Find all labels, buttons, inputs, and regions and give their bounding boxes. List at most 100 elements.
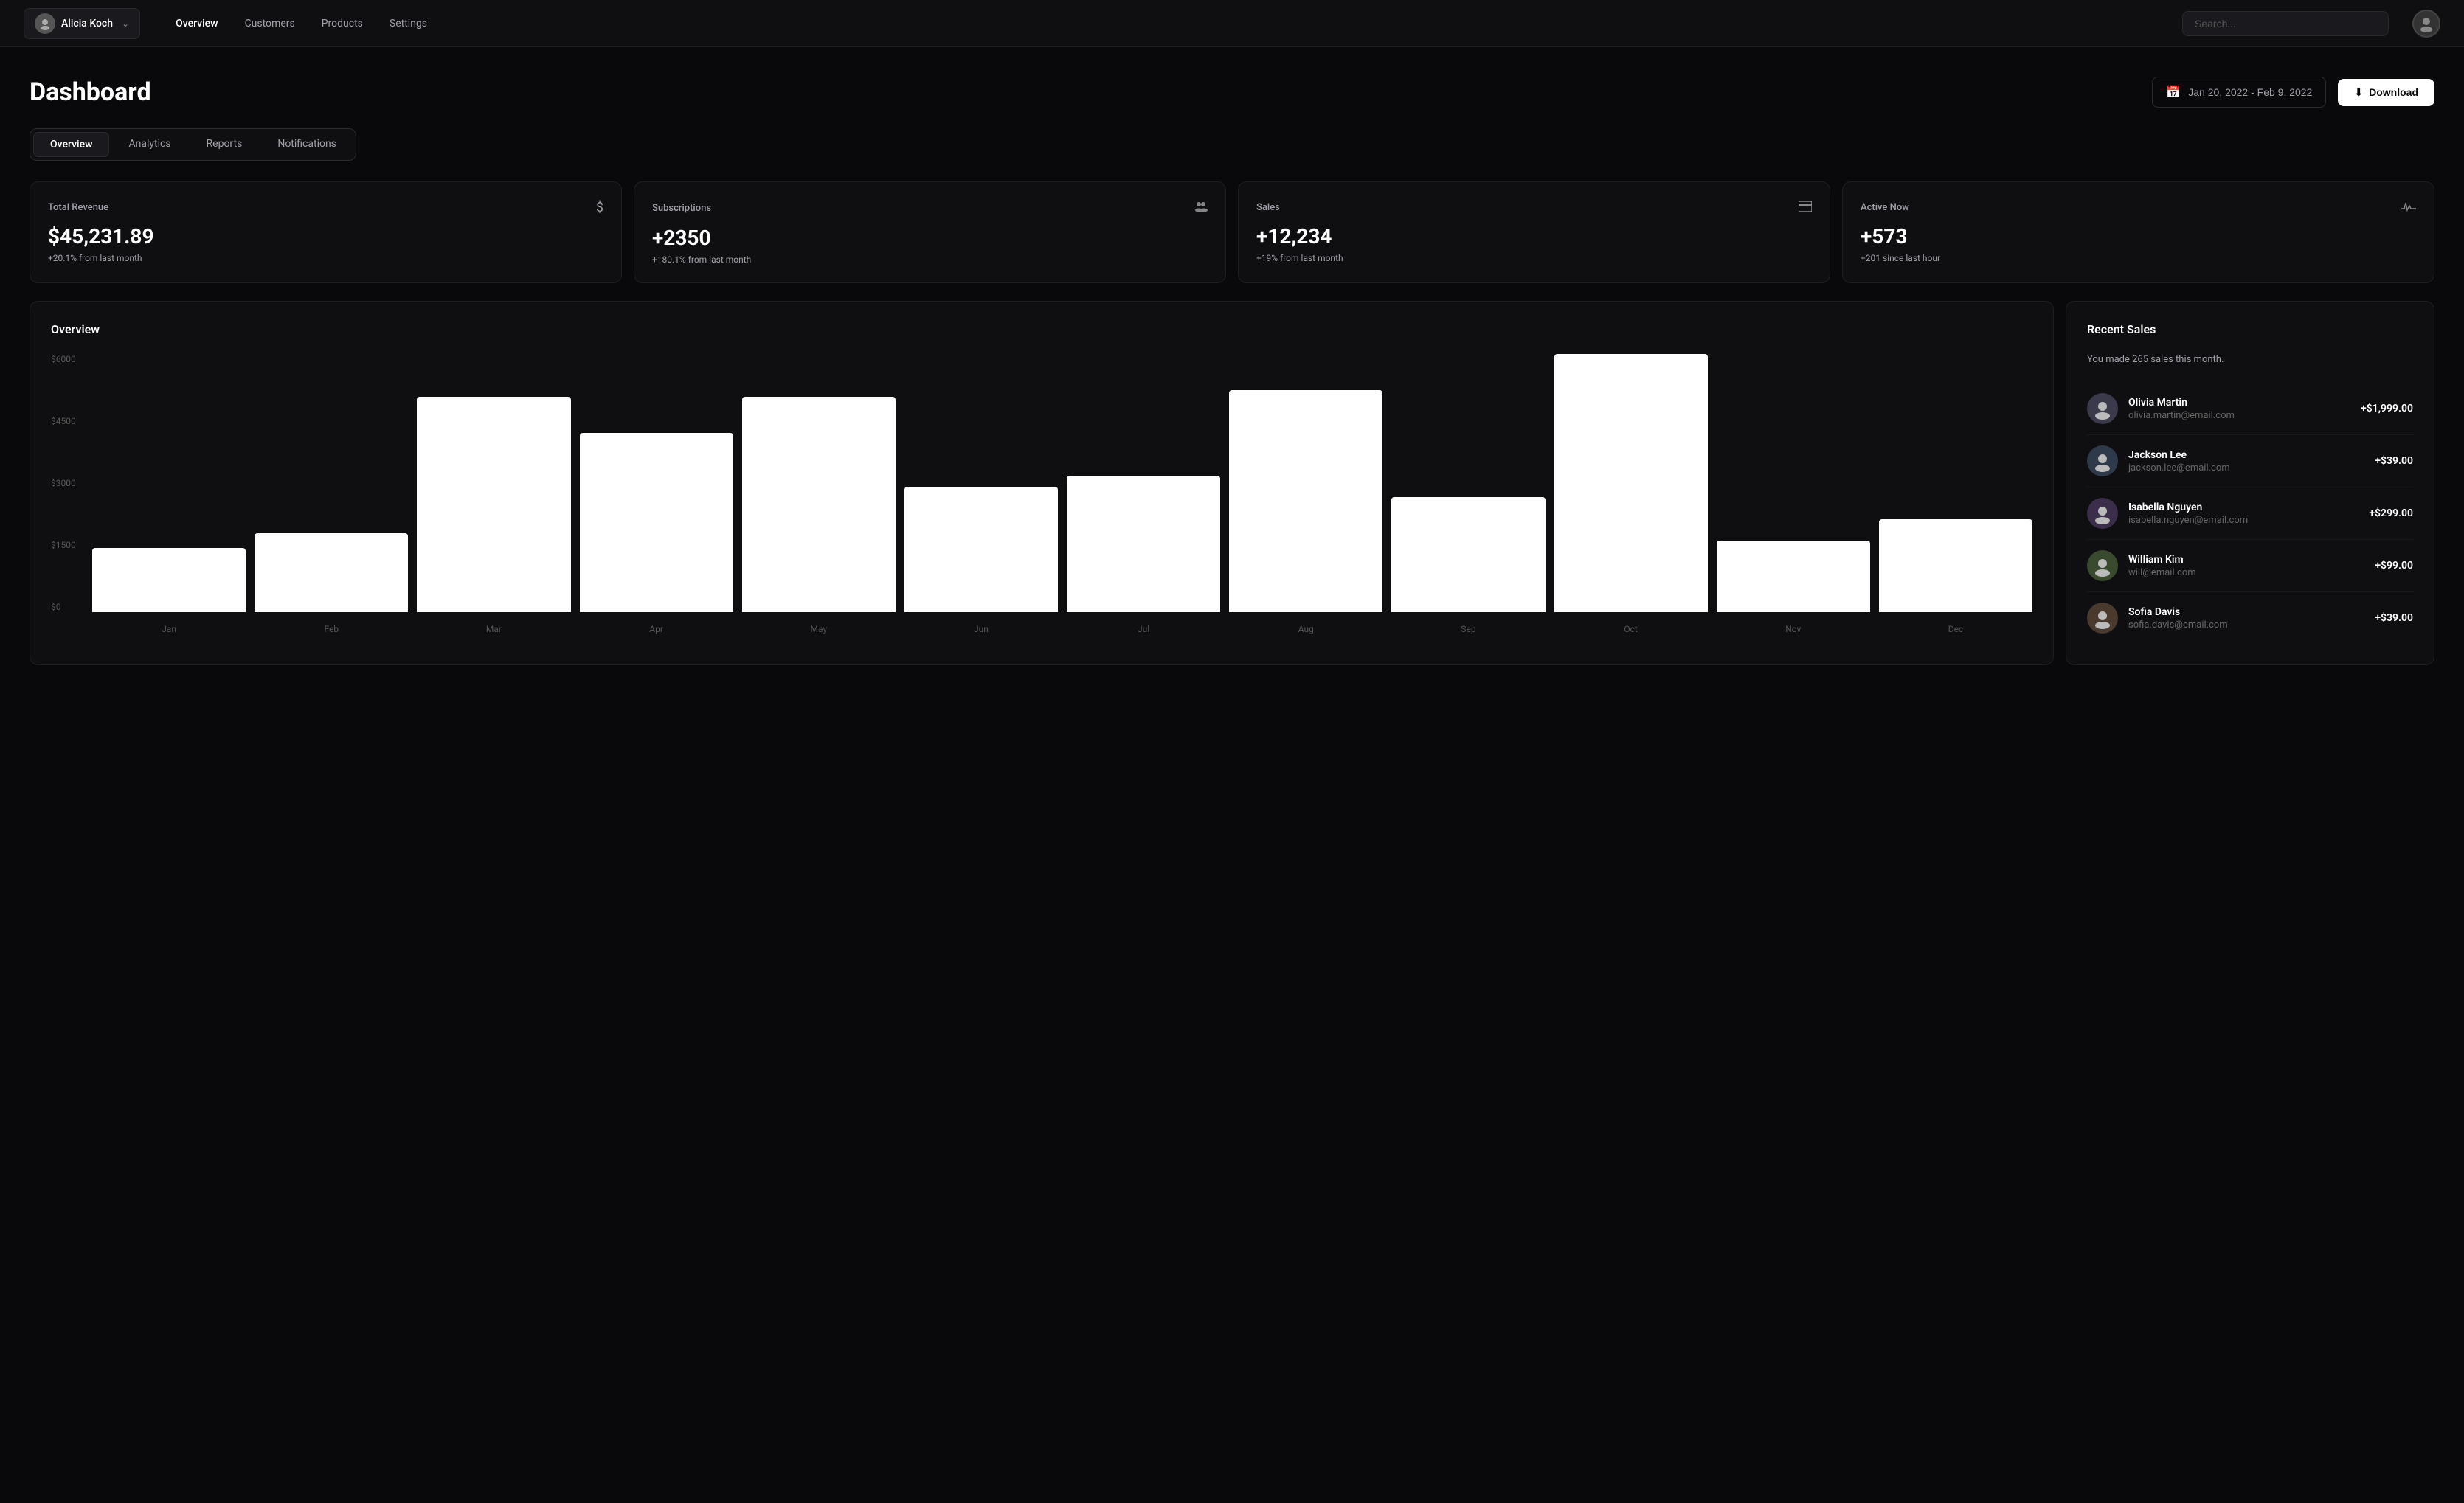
users-icon — [1194, 200, 1208, 217]
recent-sales-title: Recent Sales — [2087, 322, 2413, 336]
page-title: Dashboard — [30, 77, 151, 107]
chart-bar — [904, 487, 1058, 612]
chart-bar — [1554, 354, 1708, 612]
chevron-down-icon: ⌄ — [122, 18, 129, 29]
download-label: Download — [2369, 86, 2418, 98]
y-label-3000: $3000 — [51, 478, 88, 488]
chart-bar-col — [1391, 354, 1545, 612]
brand-selector[interactable]: Alicia Koch ⌄ — [24, 8, 140, 39]
y-label-1500: $1500 — [51, 540, 88, 550]
sale-info: Olivia Martinolivia.martin@email.com — [2128, 397, 2350, 421]
sale-info: Isabella Nguyen isabella.nguyen@email.com — [2128, 501, 2359, 526]
nav-overview[interactable]: Overview — [164, 12, 229, 35]
tab-analytics[interactable]: Analytics — [112, 132, 187, 157]
revenue-label: Total Revenue — [48, 202, 108, 213]
chart-x-label: Jul — [1067, 624, 1220, 634]
sale-name: Isabella Nguyen — [2128, 501, 2359, 513]
revenue-value: $45,231.89 — [48, 224, 603, 249]
y-label-0: $0 — [51, 602, 88, 612]
chart-bar-col — [904, 354, 1058, 612]
chart-bar — [92, 548, 246, 613]
sale-amount: +$39.00 — [2375, 455, 2413, 467]
sales-label: Sales — [1256, 202, 1280, 213]
nav-customers[interactable]: Customers — [233, 12, 307, 35]
chart-x-label: Oct — [1554, 624, 1708, 634]
chart-bar — [1879, 519, 2032, 612]
tab-reports[interactable]: Reports — [190, 132, 259, 157]
recent-sales-subtitle: You made 265 sales this month. — [2087, 354, 2413, 365]
chart-x-label: Jun — [904, 624, 1058, 634]
tab-bar: Overview Analytics Reports Notifications — [30, 128, 356, 161]
chart-area: $6000 $4500 $3000 $1500 $0 JanFebMarAprM… — [51, 354, 2032, 634]
sale-name: Sofia Davis — [2128, 606, 2364, 618]
sale-email: sofia.davis@email.com — [2128, 619, 2364, 631]
chart-bar — [1391, 497, 1545, 612]
chart-x-label: Apr — [580, 624, 733, 634]
y-label-4500: $4500 — [51, 416, 88, 426]
sale-item: Olivia Martinolivia.martin@email.com+$1,… — [2087, 383, 2413, 435]
sale-info: Jackson Leejackson.lee@email.com — [2128, 449, 2364, 473]
sale-item: Isabella Nguyen isabella.nguyen@email.com… — [2087, 487, 2413, 540]
tab-overview[interactable]: Overview — [33, 132, 109, 157]
sale-email: isabella.nguyen@email.com — [2128, 515, 2359, 526]
sale-amount: +$99.00 — [2375, 560, 2413, 572]
sale-amount: +$39.00 — [2375, 612, 2413, 624]
chart-bar-col — [255, 354, 408, 612]
chart-x-label: May — [742, 624, 896, 634]
sale-avatar — [2087, 393, 2118, 424]
sale-item: William Kimwill@email.com +$99.00 — [2087, 540, 2413, 592]
sale-email: olivia.martin@email.com — [2128, 410, 2350, 421]
nav-products[interactable]: Products — [310, 12, 375, 35]
chart-y-labels: $6000 $4500 $3000 $1500 $0 — [51, 354, 88, 612]
sale-amount: +$299.00 — [2369, 507, 2413, 519]
chart-x-label: Dec — [1879, 624, 2032, 634]
sale-avatar — [2087, 603, 2118, 634]
chart-bar-col — [1229, 354, 1382, 612]
chart-bar-col — [1717, 354, 1870, 612]
tab-notifications[interactable]: Notifications — [261, 132, 353, 157]
chart-bars — [92, 354, 2032, 612]
sale-name: Jackson Lee — [2128, 449, 2364, 461]
chart-title: Overview — [51, 322, 2032, 336]
chart-bar-col — [1554, 354, 1708, 612]
download-button[interactable]: ⬇ Download — [2338, 79, 2434, 106]
search-input[interactable] — [2182, 11, 2389, 36]
calendar-icon: 📅 — [2166, 85, 2181, 100]
chart-bar-col — [92, 354, 246, 612]
navbar: Alicia Koch ⌄ Overview Customers Product… — [0, 0, 2464, 47]
stat-card-sales: Sales +12,234 +19% from last month — [1238, 181, 1830, 283]
main-content: Dashboard 📅 Jan 20, 2022 - Feb 9, 2022 ⬇… — [0, 47, 2464, 695]
sales-list: Olivia Martinolivia.martin@email.com+$1,… — [2087, 383, 2413, 644]
nav-settings[interactable]: Settings — [378, 12, 439, 35]
active-change: +201 since last hour — [1861, 253, 2416, 263]
brand-name: Alicia Koch — [61, 18, 113, 29]
bottom-panels: Overview $6000 $4500 $3000 $1500 $0 Jan F… — [30, 301, 2434, 665]
sales-value: +12,234 — [1256, 224, 1812, 249]
stat-card-active: Active Now +573 +201 since last hour — [1842, 181, 2434, 283]
navbar-nav: Overview Customers Products Settings — [164, 12, 2159, 35]
recent-sales-panel: Recent Sales You made 265 sales this mon… — [2066, 301, 2434, 665]
user-avatar[interactable] — [2412, 10, 2440, 38]
date-range-picker[interactable]: 📅 Jan 20, 2022 - Feb 9, 2022 — [2152, 77, 2326, 108]
date-range-text: Jan 20, 2022 - Feb 9, 2022 — [2188, 86, 2312, 98]
chart-bar — [1717, 541, 1870, 612]
chart-bar-col — [1879, 354, 2032, 612]
sales-change: +19% from last month — [1256, 253, 1812, 263]
subscriptions-label: Subscriptions — [652, 203, 711, 214]
sale-email: jackson.lee@email.com — [2128, 462, 2364, 473]
sale-avatar — [2087, 550, 2118, 581]
stat-card-subscriptions: Subscriptions +2350 +180.1% from last mo… — [634, 181, 1226, 283]
chart-x-label: Jan — [92, 624, 246, 634]
chart-x-label: Feb — [255, 624, 408, 634]
sale-avatar — [2087, 498, 2118, 529]
subscriptions-change: +180.1% from last month — [652, 254, 1208, 265]
chart-bar-col — [580, 354, 733, 612]
download-icon: ⬇ — [2354, 86, 2363, 99]
sale-info: Sofia Davissofia.davis@email.com — [2128, 606, 2364, 631]
chart-bar — [580, 433, 733, 612]
chart-x-label: Aug — [1229, 624, 1382, 634]
revenue-change: +20.1% from last month — [48, 253, 603, 263]
brand-avatar — [35, 13, 55, 34]
chart-x-label: Nov — [1717, 624, 1870, 634]
sale-info: William Kimwill@email.com — [2128, 554, 2364, 578]
